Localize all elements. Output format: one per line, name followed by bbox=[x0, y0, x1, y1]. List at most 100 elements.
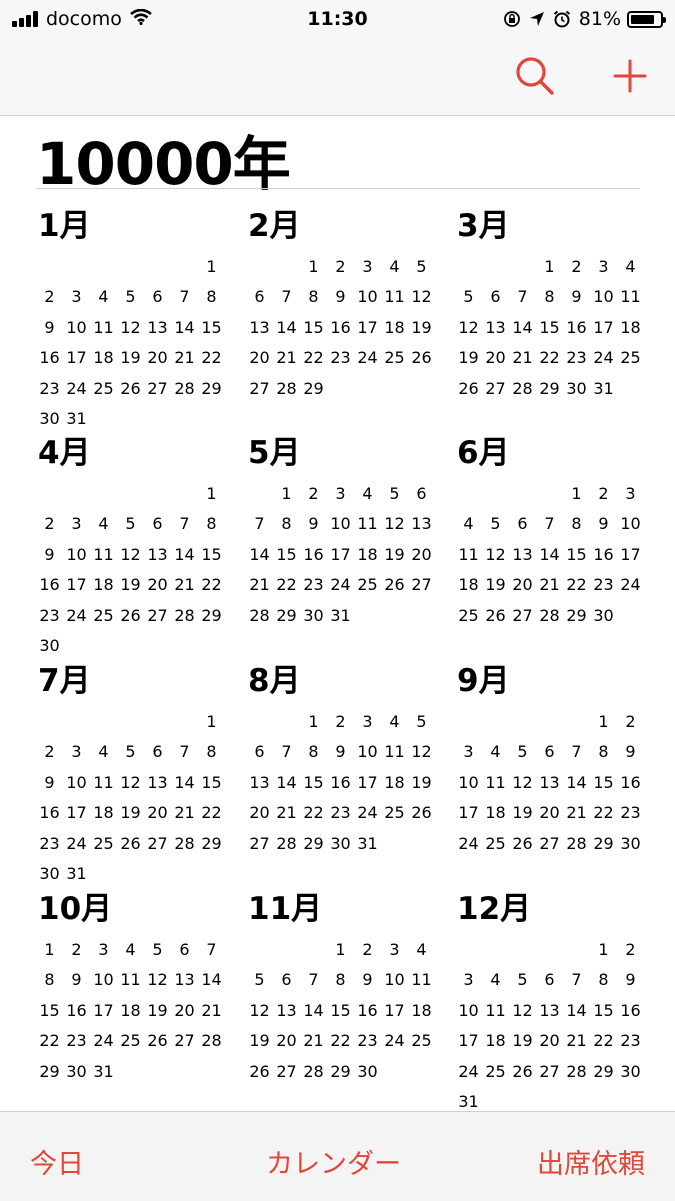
day-cell: 3 bbox=[71, 742, 82, 762]
day-cell: 2 bbox=[571, 257, 582, 276]
day-cell: 9 bbox=[71, 970, 82, 990]
blank-day bbox=[90, 479, 117, 509]
day-cell: 6 bbox=[281, 970, 292, 990]
day-cell: 27 bbox=[411, 575, 432, 595]
month-5[interactable]: 5月 1 2 3 4 5 6 7 8 9 10 11 12 13 14 15 16 17 18 19 20 21 22 23 2… bbox=[246, 433, 436, 631]
day-cell: 9 bbox=[44, 772, 55, 792]
day-cell: 5 bbox=[254, 970, 265, 990]
blank-day bbox=[455, 707, 482, 737]
day-cell: 27 bbox=[485, 378, 506, 398]
month-day-grid: 1 2 3 4 5 6 7 8 9 10 11 12 13 14 15 16 17 18 19 20 21 22 23 24 2… bbox=[246, 935, 436, 1087]
day-cell: 14 bbox=[303, 1000, 324, 1020]
day-cell: 26 bbox=[120, 833, 141, 853]
day-cell: 25 bbox=[485, 1061, 506, 1081]
day-cell: 27 bbox=[174, 1031, 195, 1051]
blank-day bbox=[246, 479, 273, 509]
day-cell: 11 bbox=[357, 514, 378, 534]
day-cell: 21 bbox=[201, 1000, 222, 1020]
month-name: 10月 bbox=[38, 891, 113, 927]
inbox-button[interactable]: 出席依頼 bbox=[537, 1142, 645, 1181]
month-4[interactable]: 4月 1 2 3 4 5 6 7 8 9 10 11 12 13 14 15 16 17 18 19 20 21 22 23 2… bbox=[36, 433, 226, 661]
day-cell: 19 bbox=[120, 348, 141, 368]
month-7[interactable]: 7月 1 2 3 4 5 6 7 8 9 10 11 12 13 14 15 16 17 18 19 20 21 22 23 2… bbox=[36, 661, 226, 889]
day-cell: 15 bbox=[330, 1000, 351, 1020]
add-event-button[interactable] bbox=[613, 59, 647, 93]
blank-day bbox=[536, 707, 563, 737]
day-cell: 12 bbox=[147, 970, 168, 990]
day-cell: 18 bbox=[93, 803, 114, 823]
day-cell: 15 bbox=[593, 772, 614, 792]
month-12[interactable]: 12月 1 2 3 4 5 6 7 8 9 10 11 12 13 14 15 16 17 18 19 20 21 22 23… bbox=[455, 889, 645, 1117]
calendars-button[interactable]: カレンダー bbox=[266, 1142, 401, 1181]
day-cell: 5 bbox=[389, 484, 400, 503]
day-cell: 23 bbox=[620, 803, 641, 823]
search-button[interactable] bbox=[515, 56, 555, 96]
day-cell: 16 bbox=[620, 772, 641, 792]
day-cell: 7 bbox=[254, 514, 265, 534]
day-cell: 18 bbox=[93, 575, 114, 595]
day-cell: 5 bbox=[125, 742, 136, 762]
day-cell: 8 bbox=[206, 742, 217, 762]
day-cell: 29 bbox=[539, 378, 560, 398]
day-cell: 11 bbox=[458, 544, 479, 564]
blank-day bbox=[455, 252, 482, 282]
month-6[interactable]: 6月 1 2 3 4 5 6 7 8 9 10 11 12 13 14 15 16 17 18 19 20 21 22 23 2… bbox=[455, 433, 645, 631]
blank-day bbox=[36, 252, 63, 282]
day-cell: 17 bbox=[458, 1031, 479, 1051]
month-name: 12月 bbox=[457, 891, 532, 927]
month-day-grid: 1 2 3 4 5 6 7 8 9 10 11 12 13 14 15 16 17 18 19 20 21 22 23 24 2… bbox=[246, 252, 436, 404]
day-cell: 1 bbox=[335, 940, 346, 959]
day-cell: 12 bbox=[411, 287, 432, 307]
day-cell: 10 bbox=[357, 742, 378, 762]
day-cell: 31 bbox=[66, 408, 87, 428]
month-9[interactable]: 9月 1 2 3 4 5 6 7 8 9 10 11 12 13 14 15 16 17 18 19 20 21 22 23 2… bbox=[455, 661, 645, 859]
day-cell: 14 bbox=[174, 544, 195, 564]
top-bar: docomo 11:30 81% bbox=[0, 0, 675, 116]
day-cell: 28 bbox=[249, 605, 270, 625]
day-cell: 24 bbox=[330, 575, 351, 595]
month-2[interactable]: 2月 1 2 3 4 5 6 7 8 9 10 11 12 13 14 15 16 17 18 19 20 21 22 23 2… bbox=[246, 206, 436, 404]
day-cell: 4 bbox=[416, 940, 427, 959]
day-cell: 21 bbox=[276, 803, 297, 823]
day-cell: 1 bbox=[44, 940, 55, 959]
blank-day bbox=[117, 252, 144, 282]
month-day-grid: 1 2 3 4 5 6 7 8 9 10 11 12 13 14 15 16 17 18 19 20 21 22 23 24 2… bbox=[36, 935, 226, 1087]
nav-actions bbox=[457, 56, 647, 96]
month-day-grid: 1 2 3 4 5 6 7 8 9 10 11 12 13 14 15 16 17 18 19 20 21 22 23 24 2… bbox=[246, 707, 436, 859]
day-cell: 8 bbox=[571, 514, 582, 534]
month-8[interactable]: 8月 1 2 3 4 5 6 7 8 9 10 11 12 13 14 15 16 17 18 19 20 21 22 23 2… bbox=[246, 661, 436, 859]
today-button[interactable]: 今日 bbox=[30, 1142, 84, 1181]
month-name: 4月 bbox=[38, 435, 91, 471]
day-cell: 14 bbox=[174, 317, 195, 337]
day-cell: 30 bbox=[620, 1061, 641, 1081]
day-cell: 16 bbox=[357, 1000, 378, 1020]
day-cell: 26 bbox=[458, 378, 479, 398]
day-cell: 8 bbox=[44, 970, 55, 990]
day-cell: 15 bbox=[201, 317, 222, 337]
day-cell: 4 bbox=[125, 940, 136, 959]
blank-day bbox=[482, 707, 509, 737]
day-cell: 15 bbox=[39, 1000, 60, 1020]
day-cell: 17 bbox=[593, 317, 614, 337]
month-3[interactable]: 3月 1 2 3 4 5 6 7 8 9 10 11 12 13 14 15 16 17 18 19 20 21 22 23 2… bbox=[455, 206, 645, 404]
day-cell: 28 bbox=[276, 833, 297, 853]
day-cell: 29 bbox=[39, 1061, 60, 1081]
day-cell: 10 bbox=[357, 287, 378, 307]
month-1[interactable]: 1月 1 2 3 4 5 6 7 8 9 10 11 12 13 14 15 16 17 18 19 20 21 22 23 2… bbox=[36, 206, 226, 434]
day-cell: 5 bbox=[152, 940, 163, 959]
day-cell: 13 bbox=[411, 514, 432, 534]
day-cell: 8 bbox=[206, 514, 217, 534]
month-11[interactable]: 11月 1 2 3 4 5 6 7 8 9 10 11 12 13 14 15 16 17 18 19 20 21 22 23… bbox=[246, 889, 436, 1087]
day-cell: 13 bbox=[249, 772, 270, 792]
day-cell: 19 bbox=[411, 317, 432, 337]
day-cell: 20 bbox=[174, 1000, 195, 1020]
day-cell: 16 bbox=[620, 1000, 641, 1020]
month-10[interactable]: 10月 1 2 3 4 5 6 7 8 9 10 11 12 13 14 15 16 17 18 19 20 21 22 23… bbox=[36, 889, 226, 1087]
day-cell: 3 bbox=[362, 257, 373, 276]
day-cell: 16 bbox=[330, 772, 351, 792]
day-cell: 22 bbox=[539, 348, 560, 368]
day-cell: 24 bbox=[593, 348, 614, 368]
day-cell: 6 bbox=[179, 940, 190, 959]
month-name: 6月 bbox=[457, 435, 510, 471]
day-cell: 8 bbox=[308, 287, 319, 307]
